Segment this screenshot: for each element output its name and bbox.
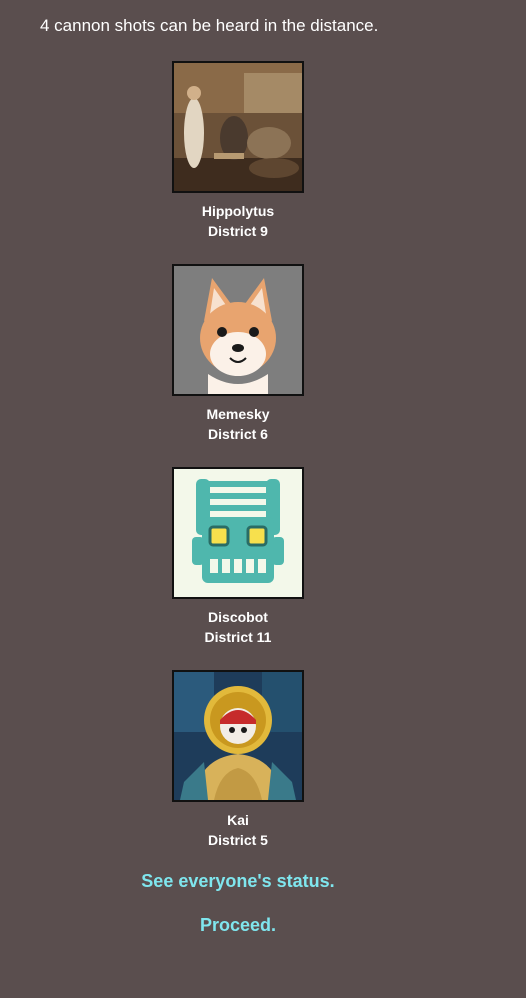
tribute-district: District 6 [208,426,268,442]
shiba-dog-avatar [172,264,304,396]
tribute-name: Hippolytus [201,203,275,219]
classical-painting-avatar [172,61,304,193]
tribute-name: Kai [227,812,249,828]
tribute-name: Memesky [206,406,270,422]
tribute-district: District 9 [208,223,268,239]
tribute-card: Discobot District 11 [0,467,476,647]
tribute-district: District 5 [208,832,268,848]
tribute-card: Memesky District 6 [0,264,476,444]
see-status-link[interactable]: See everyone's status. [0,871,476,892]
proceed-link[interactable]: Proceed. [0,915,476,936]
tribute-district: District 11 [204,629,272,645]
stained-glass-saint-avatar [172,670,304,802]
tribute-card: Hippolytus District 9 [0,61,476,241]
cannon-event-page: 4 cannon shots can be heard in the dista… [0,0,526,998]
robot-avatar [172,467,304,599]
tribute-card: Kai District 5 [0,670,476,850]
event-announcement: 4 cannon shots can be heard in the dista… [40,16,379,35]
tribute-name: Discobot [208,609,268,625]
